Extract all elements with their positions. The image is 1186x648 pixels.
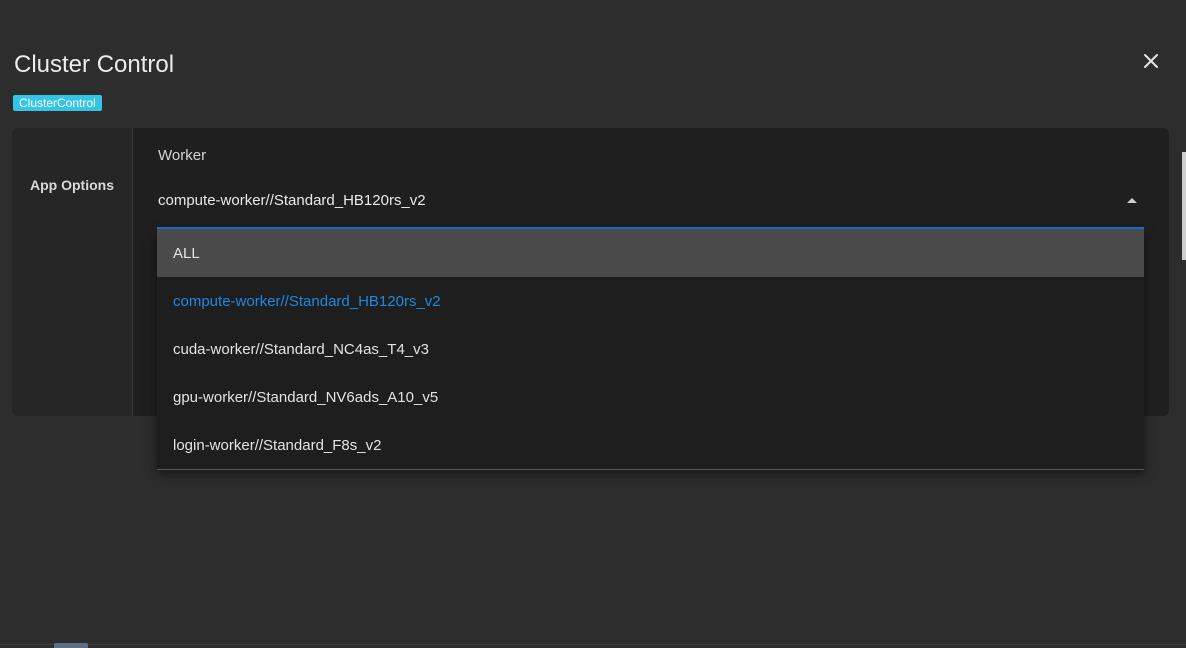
bottom-divider — [0, 644, 1186, 645]
option-compute-worker[interactable]: compute-worker//Standard_HB120rs_v2 — [157, 277, 1144, 325]
worker-dropdown-menu: ALL compute-worker//Standard_HB120rs_v2 … — [157, 229, 1144, 470]
option-all[interactable]: ALL — [157, 229, 1144, 277]
background-tab-fragment — [54, 643, 88, 648]
app-options-label: App Options — [30, 177, 114, 193]
option-login-worker[interactable]: login-worker//Standard_F8s_v2 — [157, 421, 1144, 469]
close-button[interactable] — [1137, 47, 1165, 75]
dialog-title: Cluster Control — [14, 51, 175, 78]
caret-up-icon[interactable] — [1127, 198, 1137, 203]
cluster-control-dialog: Cluster Control ClusterControl App Optio… — [0, 0, 1186, 644]
cluster-control-tag: ClusterControl — [13, 95, 102, 111]
option-cuda-worker[interactable]: cuda-worker//Standard_NC4as_T4_v3 — [157, 325, 1144, 373]
worker-select[interactable]: compute-worker//Standard_HB120rs_v2 — [158, 192, 426, 209]
close-icon — [1144, 54, 1158, 68]
option-gpu-worker[interactable]: gpu-worker//Standard_NV6ads_A10_v5 — [157, 373, 1144, 421]
background-scrollbar-fragment — [1182, 152, 1186, 260]
worker-field-label: Worker — [158, 147, 207, 164]
